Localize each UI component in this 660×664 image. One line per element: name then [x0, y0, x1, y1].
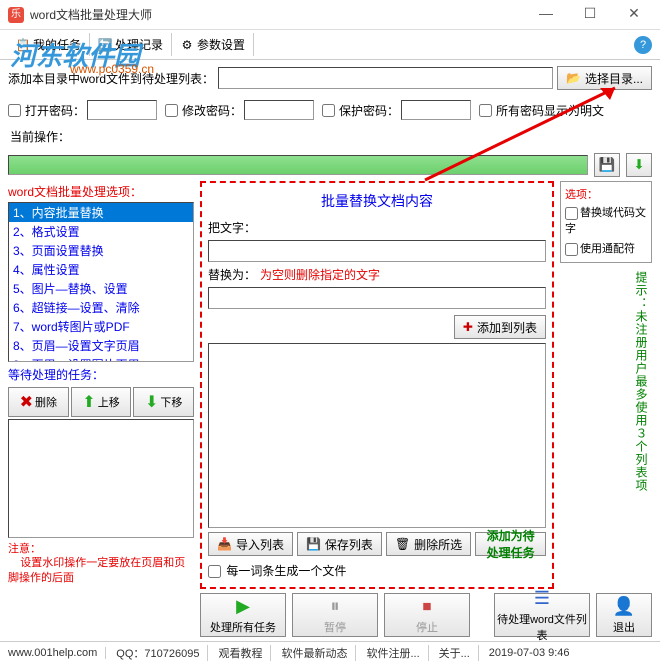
add-pending-button[interactable]: 添加为待处理任务 [475, 532, 546, 556]
person-icon: 👤 [613, 596, 635, 617]
arrow-down-icon: ⬇ [145, 392, 158, 412]
folder-icon: 📂 [566, 71, 581, 85]
status-about[interactable]: 关于... [439, 645, 479, 661]
list-icon: ☰ [534, 588, 550, 609]
modify-pw-label: 修改密码： [182, 102, 242, 119]
pause-button[interactable]: ⏸ 暂停 [292, 593, 378, 637]
pending-list[interactable] [8, 419, 194, 538]
window-title: word文档批量处理大师 [30, 6, 528, 23]
text-input[interactable] [208, 240, 546, 262]
stop-button[interactable]: ⏹ 停止 [384, 593, 470, 637]
code-text-checkbox[interactable] [565, 207, 578, 220]
my-tasks-button[interactable]: 📋 我的任务 [8, 33, 90, 56]
status-news[interactable]: 软件最新动态 [281, 645, 356, 661]
protect-pw-checkbox[interactable] [322, 104, 335, 117]
list-item[interactable]: 6、超链接—设置、清除 [9, 298, 193, 317]
plain-pw-label: 所有密码显示为明文 [496, 102, 604, 119]
current-op-label: 当前操作： [0, 124, 660, 149]
plus-icon: ✚ [463, 320, 473, 334]
move-down-button[interactable]: ⬇下移 [133, 387, 194, 417]
choose-dir-button[interactable]: 📂 选择目录... [557, 66, 652, 90]
plain-pw-checkbox[interactable] [479, 104, 492, 117]
save-list-button[interactable]: 💾保存列表 [297, 532, 382, 556]
x-icon: ✖ [20, 392, 33, 412]
save-button[interactable]: 💾 [594, 153, 620, 177]
pending-files-button[interactable]: ☰ 待处理word文件列表 [494, 593, 590, 637]
settings-button[interactable]: ⚙ 参数设置 [172, 33, 254, 56]
open-pw-input[interactable] [87, 100, 157, 120]
opts-box-title: 选项： [565, 186, 647, 202]
options-list[interactable]: 1、内容批量替换 2、格式设置 3、页面设置替换 4、属性设置 5、图片—替换、… [8, 202, 194, 362]
list-item[interactable]: 1、内容批量替换 [9, 203, 193, 222]
minimize-button[interactable]: — [528, 5, 564, 25]
replace-label: 替换为： [208, 266, 256, 283]
panel-title: 批量替换文档内容 [208, 189, 546, 217]
replacement-list[interactable] [208, 343, 546, 528]
status-site[interactable]: www.001help.com [8, 647, 106, 659]
replace-input[interactable] [208, 287, 546, 309]
trash-icon: 🗑 [395, 537, 410, 551]
close-button[interactable]: ✕ [616, 5, 652, 25]
list-item[interactable]: 8、页眉—设置文字页眉 [9, 336, 193, 355]
delete-selected-button[interactable]: 🗑删除所选 [386, 532, 471, 556]
status-register[interactable]: 软件注册... [366, 645, 428, 661]
options-title: word文档批量处理选项： [8, 181, 194, 202]
note-text: 注意： 设置水印操作一定要放在页眉和页脚操作的后面 [8, 538, 194, 589]
history-icon: 🔄 [98, 38, 112, 52]
help-button[interactable]: ? [634, 36, 652, 54]
stop-icon: ⏹ [423, 596, 432, 617]
status-datetime: 2019-07-03 9:46 [489, 647, 570, 659]
move-up-button[interactable]: ⬆上移 [71, 387, 132, 417]
wildcard-checkbox[interactable] [565, 243, 578, 256]
maximize-button[interactable]: ☐ [572, 5, 608, 25]
status-qq: QQ：710726095 [116, 645, 208, 661]
protect-pw-label: 保护密码： [339, 102, 399, 119]
text-label: 把文字： [208, 219, 256, 236]
gear-icon: ⚙ [180, 38, 194, 52]
protect-pw-input[interactable] [401, 100, 471, 120]
add-dir-input[interactable] [218, 67, 553, 89]
play-icon: ▶ [236, 596, 250, 617]
modify-pw-checkbox[interactable] [165, 104, 178, 117]
add-to-list-button[interactable]: ✚ 添加到列表 [454, 315, 546, 339]
import-icon: 📥 [217, 537, 232, 551]
list-item[interactable]: 9、页眉—设置图片页眉 [9, 355, 193, 362]
delete-button[interactable]: ✖删除 [8, 387, 69, 417]
history-button[interactable]: 🔄 处理记录 [90, 33, 172, 56]
list-item[interactable]: 4、属性设置 [9, 260, 193, 279]
tasks-icon: 📋 [16, 38, 30, 52]
download-icon: ⬇ [633, 157, 644, 173]
open-pw-label: 打开密码： [25, 102, 85, 119]
pause-icon: ⏸ [331, 596, 340, 617]
download-button[interactable]: ⬇ [626, 153, 652, 177]
options-box: 选项： 替换域代码文字 使用通配符 [560, 181, 652, 263]
each-file-checkbox[interactable] [208, 565, 221, 578]
list-item[interactable]: 7、word转图片或PDF [9, 317, 193, 336]
import-list-button[interactable]: 📥导入列表 [208, 532, 293, 556]
open-pw-checkbox[interactable] [8, 104, 21, 117]
tip-text: 提示：未注册用户最多使用３个列表项 [560, 267, 652, 496]
status-tutorial[interactable]: 观看教程 [218, 645, 271, 661]
list-item[interactable]: 3、页面设置替换 [9, 241, 193, 260]
modify-pw-input[interactable] [244, 100, 314, 120]
process-all-button[interactable]: ▶ 处理所有任务 [200, 593, 286, 637]
save-icon: 💾 [306, 537, 321, 551]
list-item[interactable]: 2、格式设置 [9, 222, 193, 241]
progress-bar [8, 155, 588, 175]
arrow-up-icon: ⬆ [82, 392, 95, 412]
replace-hint: 为空则删除指定的文字 [260, 266, 380, 283]
exit-button[interactable]: 👤 退出 [596, 593, 652, 637]
save-icon: 💾 [599, 157, 616, 173]
list-item[interactable]: 5、图片—替换、设置 [9, 279, 193, 298]
each-file-label: 每一词条生成一个文件 [226, 564, 346, 578]
app-logo-icon: 乐 [8, 7, 24, 23]
pending-title: 等待处理的任务： [8, 362, 194, 385]
add-dir-label: 添加本目录中word文件到待处理列表： [8, 70, 214, 87]
